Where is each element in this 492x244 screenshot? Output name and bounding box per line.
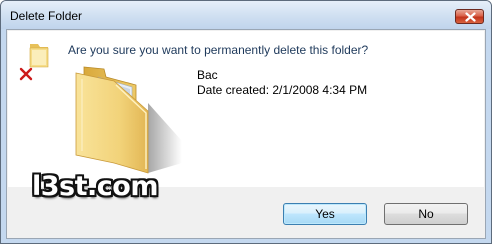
dialog-message-area: Are you sure you want to permanently del… xyxy=(8,31,484,202)
yes-button[interactable]: Yes xyxy=(283,203,367,225)
confirmation-question: Are you sure you want to permanently del… xyxy=(68,43,369,57)
close-button[interactable] xyxy=(455,9,484,24)
title-bar[interactable]: Delete Folder xyxy=(1,1,491,29)
no-button[interactable]: No xyxy=(384,203,468,225)
dialog-content: Are you sure you want to permanently del… xyxy=(6,29,486,239)
folder-icon xyxy=(75,66,182,174)
window-title: Delete Folder xyxy=(10,9,83,23)
delete-folder-dialog: Delete Folder Are you sure you want to p… xyxy=(0,0,492,244)
close-icon xyxy=(465,12,476,22)
folder-name: Bac xyxy=(197,68,218,82)
watermark-text: l3st.com xyxy=(32,171,158,202)
folder-delete-icon xyxy=(19,44,49,81)
folder-details: Bac Date created: 2/1/2008 4:34 PM xyxy=(197,68,367,98)
folder-date-created: Date created: 2/1/2008 4:34 PM xyxy=(197,83,368,97)
